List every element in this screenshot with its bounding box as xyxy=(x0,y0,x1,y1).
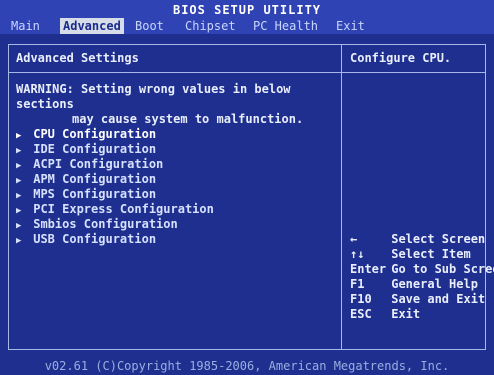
menu-item-pci-express-configuration[interactable]: ▶ PCI Express Configuration xyxy=(16,202,214,217)
key-description: General Help xyxy=(391,277,478,291)
key-label: Enter xyxy=(350,262,387,276)
key-description: Select Item xyxy=(391,247,471,261)
tab-exit[interactable]: Exit xyxy=(333,18,368,34)
key-legend: ← Select Screen ↑↓ Select Item Enter Go … xyxy=(350,232,494,322)
key-row-general-help: F1 General Help xyxy=(350,277,494,292)
key-label: ← xyxy=(350,232,358,246)
key-label: F1 xyxy=(350,277,365,291)
menu-item-acpi-configuration[interactable]: ▶ ACPI Configuration xyxy=(16,157,214,172)
tab-advanced[interactable]: Advanced xyxy=(60,18,124,34)
bios-title: BIOS SETUP UTILITY xyxy=(172,3,322,17)
settings-menu: ▶ CPU Configuration ▶ IDE Configuration … xyxy=(16,127,214,247)
section-title: Advanced Settings xyxy=(16,51,139,65)
menu-item-label: PCI Express Configuration xyxy=(33,202,214,216)
tab-boot[interactable]: Boot xyxy=(132,18,167,34)
help-divider xyxy=(342,72,486,73)
menu-item-label: Smbios Configuration xyxy=(33,217,178,231)
menu-item-label: USB Configuration xyxy=(33,232,157,246)
key-description: Save and Exit xyxy=(391,292,486,306)
key-row-save-exit: F10 Save and Exit xyxy=(350,292,494,307)
menu-item-usb-configuration[interactable]: ▶ USB Configuration xyxy=(16,232,214,247)
menu-item-smbios-configuration[interactable]: ▶ Smbios Configuration xyxy=(16,217,214,232)
warning-line-1: WARNING: Setting wrong values in below s… xyxy=(16,82,291,111)
key-row-sub-screen: Enter Go to Sub Screen xyxy=(350,262,494,277)
key-row-select-item: ↑↓ Select Item xyxy=(350,247,494,262)
key-label: ESC xyxy=(350,307,372,321)
key-description: Select Screen xyxy=(391,232,486,246)
key-label: ↑↓ xyxy=(350,247,365,261)
help-text: Configure CPU. xyxy=(350,51,452,65)
bios-screen: BIOS SETUP UTILITY Main Advanced Boot Ch… xyxy=(0,0,494,375)
tab-pc-health[interactable]: PC Health xyxy=(250,18,321,34)
copyright-footer: v02.61 (C)Copyright 1985-2006, American … xyxy=(44,359,450,373)
tab-chipset[interactable]: Chipset xyxy=(182,18,239,34)
triangle-right-icon: ▶ xyxy=(16,236,22,246)
key-description: Go to Sub Screen xyxy=(391,262,494,276)
key-label: F10 xyxy=(350,292,372,306)
menu-item-label: APM Configuration xyxy=(33,172,157,186)
key-row-exit: ESC Exit xyxy=(350,307,494,322)
section-divider xyxy=(8,72,342,73)
menu-item-cpu-configuration[interactable]: ▶ CPU Configuration xyxy=(16,127,214,142)
menu-bar: Main Advanced Boot Chipset PC Health Exi… xyxy=(0,18,494,34)
menu-item-apm-configuration[interactable]: ▶ APM Configuration xyxy=(16,172,214,187)
tab-main[interactable]: Main xyxy=(8,18,43,34)
key-description: Exit xyxy=(391,307,421,321)
menu-item-label: IDE Configuration xyxy=(33,142,157,156)
menu-item-ide-configuration[interactable]: ▶ IDE Configuration xyxy=(16,142,214,157)
warning-line-2: may cause system to malfunction. xyxy=(72,112,304,126)
key-row-select-screen: ← Select Screen xyxy=(350,232,494,247)
menu-item-label: CPU Configuration xyxy=(33,127,157,141)
menu-item-mps-configuration[interactable]: ▶ MPS Configuration xyxy=(16,187,214,202)
warning-message: WARNING: Setting wrong values in below s… xyxy=(16,82,336,127)
title-bar: BIOS SETUP UTILITY Main Advanced Boot Ch… xyxy=(0,0,494,34)
menu-item-label: MPS Configuration xyxy=(33,187,157,201)
menu-item-label: ACPI Configuration xyxy=(33,157,164,171)
